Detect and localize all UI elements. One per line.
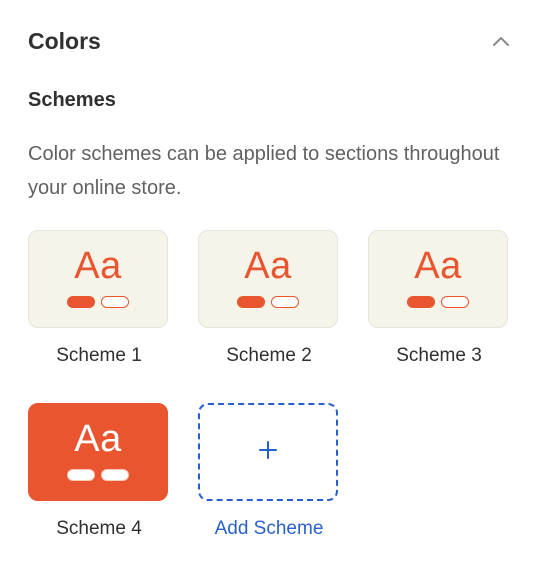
- scheme-1[interactable]: Aa Scheme 1: [28, 230, 170, 367]
- scheme-preview-card[interactable]: Aa: [368, 230, 508, 328]
- sample-text: Aa: [74, 418, 122, 460]
- add-scheme-card[interactable]: [198, 403, 338, 501]
- plus-icon: [259, 440, 277, 464]
- scheme-preview-card[interactable]: Aa: [28, 230, 168, 328]
- colors-section-header[interactable]: Colors: [28, 24, 512, 58]
- primary-button-swatch: [237, 296, 265, 308]
- primary-button-swatch: [67, 296, 95, 308]
- button-preview: [67, 469, 129, 481]
- sample-text: Aa: [414, 245, 462, 287]
- section-title: Colors: [28, 27, 101, 54]
- scheme-label: Scheme 3: [396, 345, 482, 366]
- primary-button-swatch: [67, 469, 95, 481]
- scheme-3[interactable]: Aa Scheme 3: [368, 230, 510, 367]
- scheme-label: Scheme 4: [56, 518, 142, 539]
- secondary-button-swatch: [441, 296, 469, 308]
- sample-text: Aa: [74, 245, 122, 287]
- secondary-button-swatch: [101, 469, 129, 481]
- schemes-heading: Schemes: [28, 89, 116, 111]
- add-scheme-label[interactable]: Add Scheme: [198, 518, 340, 540]
- secondary-button-swatch: [101, 296, 129, 308]
- scheme-preview-card[interactable]: Aa: [28, 403, 168, 501]
- add-scheme-button[interactable]: Add Scheme: [198, 403, 340, 540]
- scheme-4[interactable]: Aa Scheme 4: [28, 403, 170, 540]
- button-preview: [237, 296, 299, 308]
- scheme-label: Scheme 1: [56, 345, 142, 366]
- chevron-up-icon[interactable]: [490, 30, 512, 52]
- button-preview: [407, 296, 469, 308]
- sample-text: Aa: [244, 245, 292, 287]
- button-preview: [67, 296, 129, 308]
- primary-button-swatch: [407, 296, 435, 308]
- scheme-preview-card[interactable]: Aa: [198, 230, 338, 328]
- secondary-button-swatch: [271, 296, 299, 308]
- scheme-label: Scheme 2: [226, 345, 312, 366]
- scheme-2[interactable]: Aa Scheme 2: [198, 230, 340, 367]
- schemes-description: Color schemes can be applied to sections…: [28, 143, 500, 199]
